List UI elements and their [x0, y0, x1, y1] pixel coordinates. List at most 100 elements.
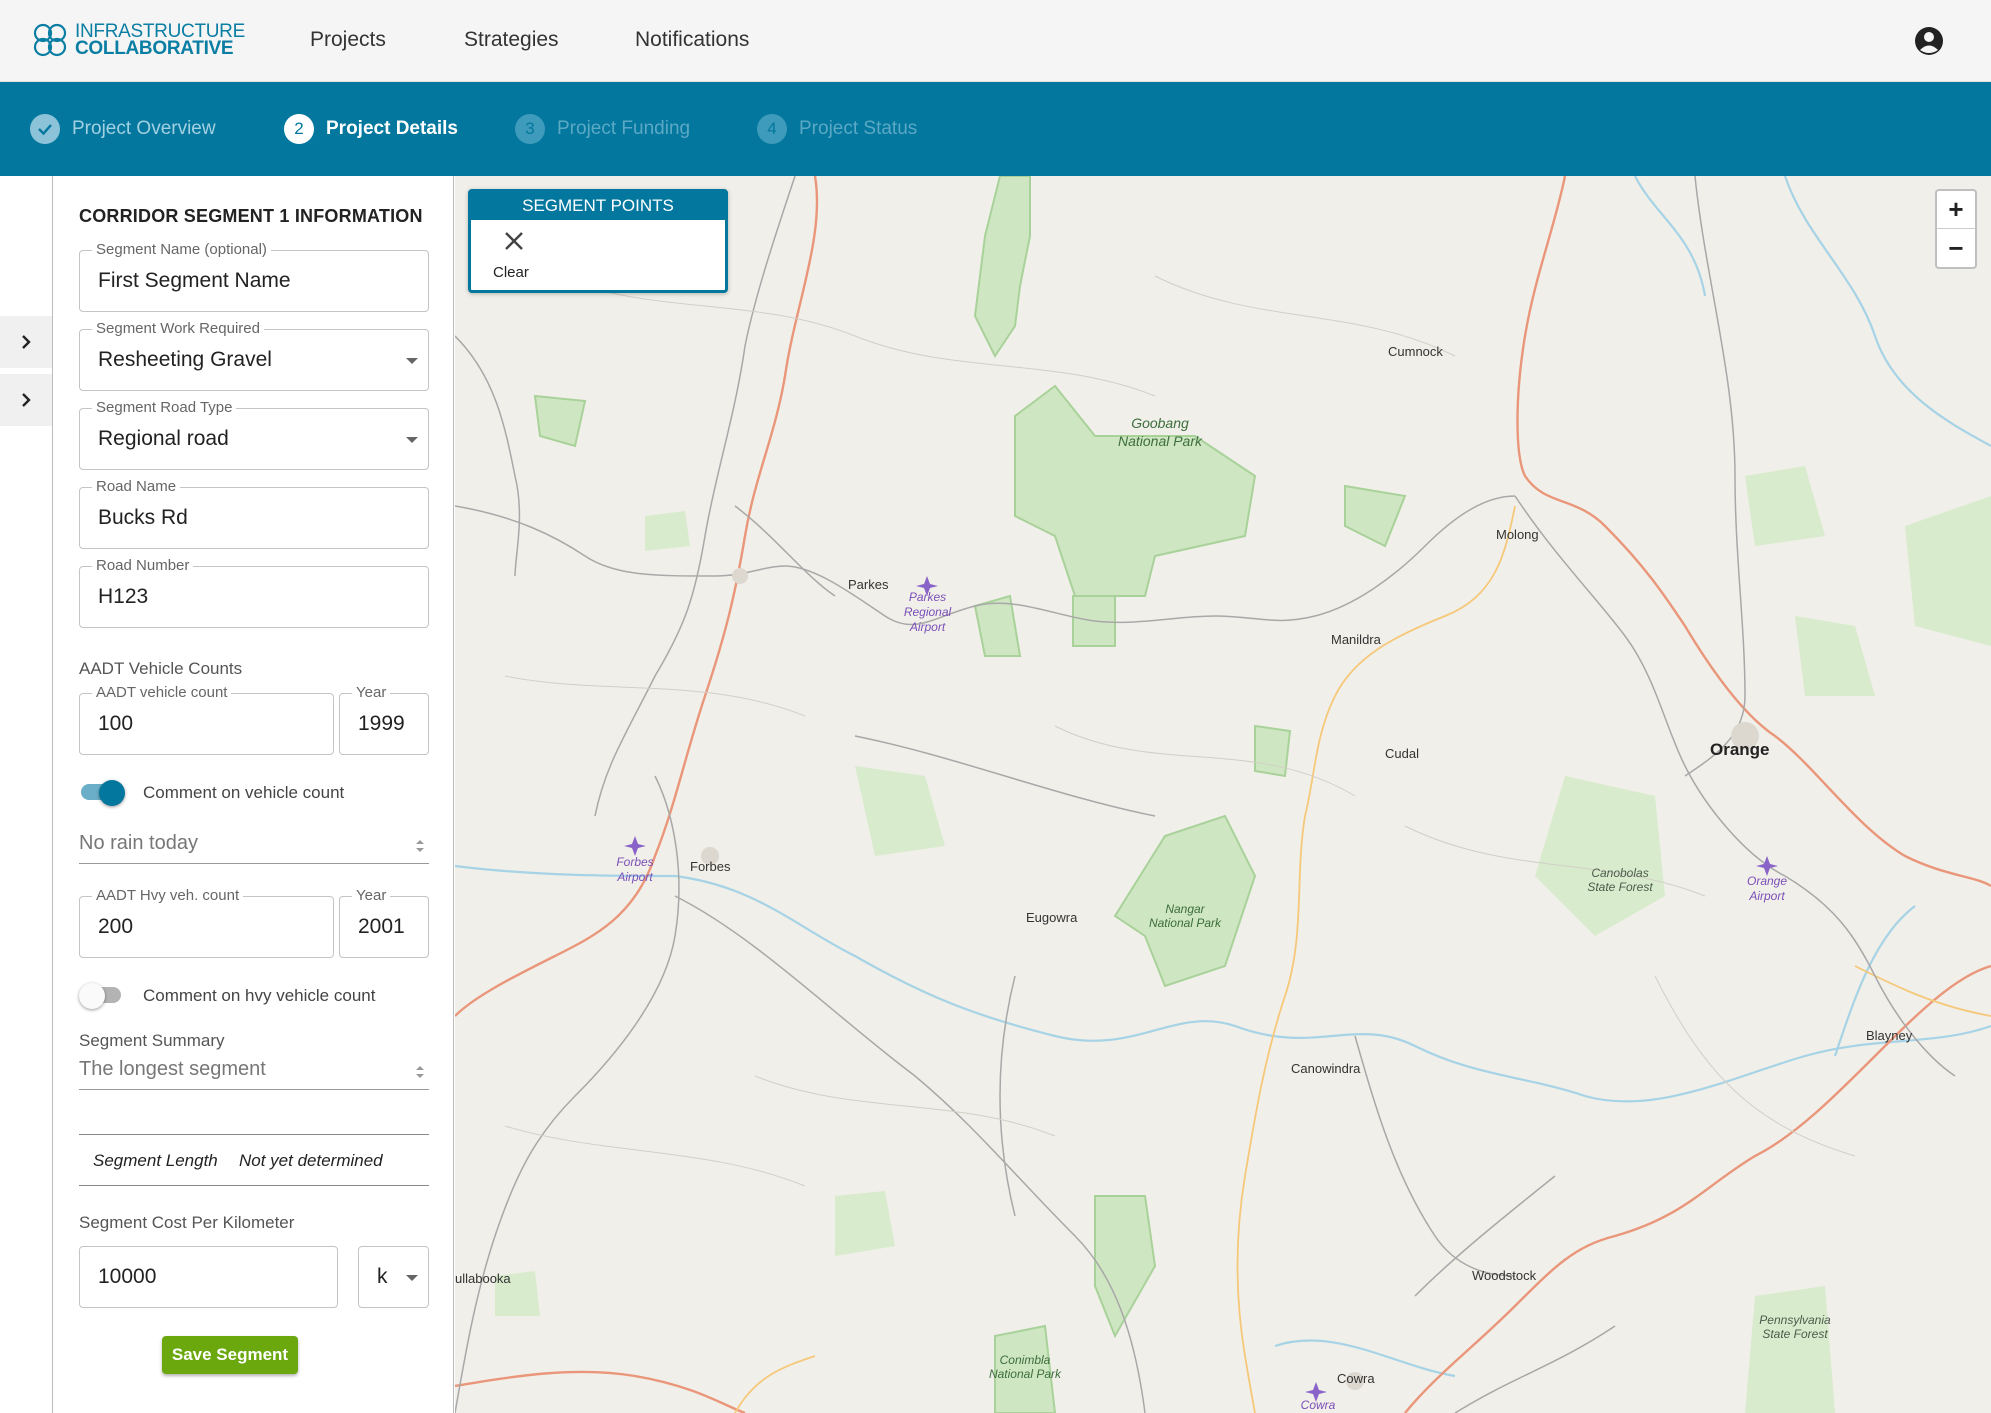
place-label: Manildra — [1331, 632, 1381, 647]
place-label: Molong — [1496, 527, 1539, 542]
zoom-out-button[interactable]: − — [1937, 229, 1975, 267]
comment-hvy-toggle[interactable] — [79, 983, 125, 1009]
place-label: Canowindra — [1291, 1061, 1361, 1076]
field-label: Segment Road Type — [92, 399, 237, 416]
goobang-park-north — [973, 176, 1031, 358]
brand-line2: COLLABORATIVE — [75, 38, 234, 59]
segment-points-panel: SEGMENT POINTS Clear — [468, 189, 728, 293]
chevron-right-icon — [22, 393, 31, 407]
field-label: Segment Name (optional) — [92, 241, 271, 258]
save-segment-button[interactable]: Save Segment — [162, 1336, 298, 1374]
forest-label: Pennsylvania State Forest — [1759, 1313, 1831, 1341]
zoom-control: + − — [1935, 189, 1977, 269]
field-label: Road Name — [92, 478, 181, 495]
field-value: 10000 — [98, 1265, 157, 1288]
field-value: The longest segment — [79, 1058, 266, 1080]
segment-length-value: Not yet determined — [239, 1151, 383, 1170]
side-rail — [0, 176, 52, 1413]
nav-projects[interactable]: Projects — [310, 28, 386, 52]
segment-length-label: Segment Length — [93, 1151, 218, 1170]
segment-form-panel: CORRIDOR SEGMENT 1 INFORMATION Segment N… — [52, 176, 454, 1413]
airport-label: Forbes Airport — [616, 855, 654, 884]
field-label: AADT vehicle count — [92, 684, 232, 701]
cost-label: Segment Cost Per Kilometer — [79, 1213, 295, 1232]
step-number: 2 — [284, 114, 314, 144]
comment-vehicle-toggle[interactable] — [79, 780, 125, 806]
close-icon[interactable] — [503, 230, 525, 252]
aadt-year-field[interactable]: Year 1999 — [339, 684, 429, 755]
airport-label: Parkes Regional Airport — [903, 590, 952, 634]
step-label: Project Funding — [557, 118, 691, 139]
field-value: 1999 — [358, 712, 405, 735]
place-label: Cowra — [1337, 1371, 1375, 1386]
field-value: First Segment Name — [98, 269, 291, 292]
field-value: 200 — [98, 915, 134, 938]
summary-input[interactable]: The longest segment — [79, 1052, 429, 1090]
road-type-select[interactable]: Segment Road Type Regional road — [79, 399, 429, 470]
park-label: Conimbla National Park — [988, 1353, 1062, 1381]
step-label: Project Overview — [72, 118, 216, 139]
nangar-park-area — [1113, 814, 1257, 988]
field-label: AADT Hvy veh. count — [92, 887, 244, 904]
segment-points-title: SEGMENT POINTS — [471, 192, 725, 220]
hvy-year-field[interactable]: Year 2001 — [339, 887, 429, 958]
summary-label: Segment Summary — [79, 1031, 225, 1050]
cost-unit-select[interactable]: k — [358, 1246, 429, 1308]
place-label: Eugowra — [1026, 910, 1078, 925]
clear-button[interactable]: Clear — [493, 264, 529, 281]
zoom-in-button[interactable]: + — [1937, 191, 1975, 229]
field-value: k — [377, 1265, 388, 1288]
hvy-count-field[interactable]: AADT Hvy veh. count 200 — [79, 887, 334, 958]
field-value: 100 — [98, 712, 134, 735]
caret-down-icon — [406, 1275, 418, 1281]
step-project-funding[interactable]: 3 Project Funding — [515, 114, 690, 144]
place-label: Blayney — [1866, 1028, 1913, 1043]
place-label: ullabooka — [455, 1271, 511, 1286]
road-number-field[interactable]: Road Number H123 — [79, 557, 429, 628]
field-label: Road Number — [92, 557, 194, 574]
cost-input[interactable]: 10000 — [79, 1246, 338, 1308]
forest-label: Canobolas State Forest — [1587, 866, 1653, 894]
step-project-overview[interactable]: Project Overview — [30, 114, 216, 144]
nav-strategies[interactable]: Strategies — [464, 28, 559, 52]
vehicle-comment-input[interactable]: No rain today — [79, 826, 429, 864]
place-label: Cudal — [1385, 746, 1419, 761]
place-label: Forbes — [690, 859, 731, 874]
user-account-icon[interactable] — [1914, 26, 1944, 56]
expand-panel-button-2[interactable] — [0, 374, 52, 426]
aadt-section-label: AADT Vehicle Counts — [79, 659, 243, 678]
work-required-select[interactable]: Segment Work Required Resheeting Gravel — [79, 320, 429, 391]
step-project-status[interactable]: 4 Project Status — [757, 114, 917, 144]
map-view[interactable]: Cumnock Parkes Molong Manildra Cudal Ora… — [455, 176, 1991, 1413]
place-label: Woodstock — [1472, 1268, 1537, 1283]
airport-label: Orange Airport — [1746, 874, 1788, 903]
place-label: Parkes — [848, 577, 889, 592]
field-value: H123 — [98, 585, 149, 608]
step-project-details[interactable]: 2 Project Details — [284, 114, 458, 144]
caret-down-icon — [406, 437, 418, 443]
step-number: 3 — [515, 114, 545, 144]
toggle-label: Comment on hvy vehicle count — [143, 986, 376, 1005]
road-name-field[interactable]: Road Name Bucks Rd — [79, 478, 429, 549]
field-value: Resheeting Gravel — [98, 348, 272, 371]
field-value: Bucks Rd — [98, 506, 188, 529]
field-value: No rain today — [79, 832, 198, 854]
logo-icon — [33, 23, 67, 57]
toggle-label: Comment on vehicle count — [143, 783, 345, 802]
brand-logo[interactable]: INFRASTRUCTURE COLLABORATIVE — [30, 20, 245, 60]
panel-title: CORRIDOR SEGMENT 1 INFORMATION — [79, 206, 423, 226]
nav-notifications[interactable]: Notifications — [635, 28, 749, 52]
resize-icon — [416, 840, 424, 852]
airport-icons — [624, 576, 1778, 1402]
aadt-count-field[interactable]: AADT vehicle count 100 — [79, 684, 334, 755]
segment-length-row: Segment Length Not yet determined — [79, 1134, 429, 1186]
airport-label: Cowra — [1300, 1398, 1336, 1412]
place-label: Orange — [1710, 740, 1770, 759]
field-value: Regional road — [98, 427, 229, 450]
segment-name-field[interactable]: Segment Name (optional) First Segment Na… — [79, 241, 429, 312]
place-label: Cumnock — [1388, 344, 1443, 359]
expand-panel-button[interactable] — [0, 316, 52, 368]
field-value: 2001 — [358, 915, 405, 938]
step-label: Project Status — [799, 118, 918, 139]
field-label: Segment Work Required — [92, 320, 264, 337]
